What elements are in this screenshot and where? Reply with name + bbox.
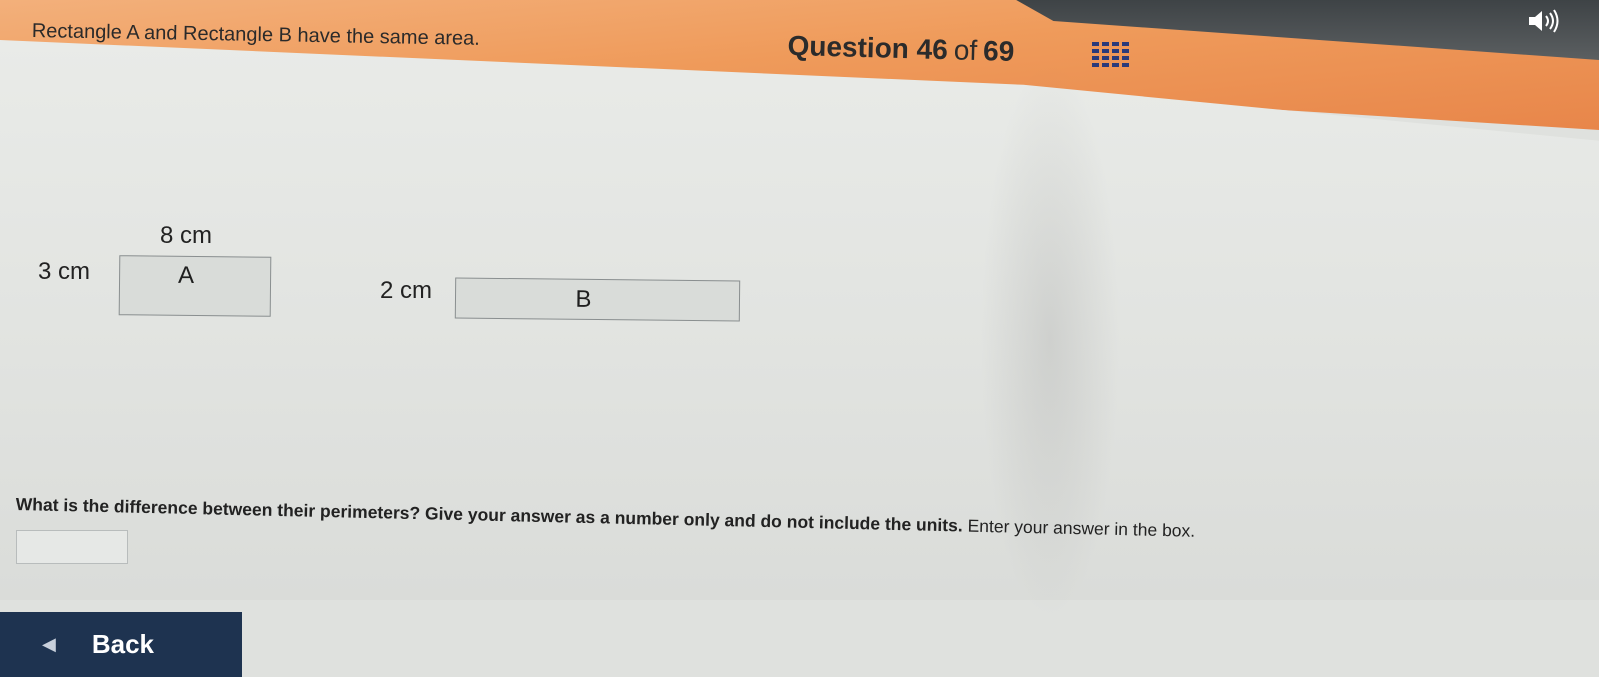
rect-b-height-label: 2 cm [380, 277, 433, 304]
question-grid-icon[interactable] [1092, 42, 1132, 74]
rectangle-b: B [454, 277, 741, 322]
question-number: 46 [916, 33, 949, 66]
answer-input[interactable] [16, 530, 128, 564]
back-button[interactable]: ◀ Back [0, 612, 242, 677]
question-counter: Question 46 of 69 [787, 30, 1015, 68]
speaker-icon[interactable] [1527, 8, 1561, 34]
question-not-word: not [786, 511, 815, 533]
rect-a-width-label: 8 cm [160, 222, 213, 249]
question-plain-part: Enter your answer in the box. [967, 515, 1196, 541]
question-word: Question [787, 30, 910, 65]
rect-b-label: B [575, 285, 592, 313]
question-rest: include the units. [818, 512, 963, 536]
rect-a-height-label: 3 cm [38, 258, 91, 285]
back-button-label: Back [91, 629, 154, 659]
rect-a-label: A [177, 261, 195, 289]
back-arrow-icon: ◀ [42, 634, 56, 654]
rectangle-a: A [118, 255, 272, 317]
of-word: of [953, 34, 978, 66]
question-total: 69 [982, 35, 1015, 67]
